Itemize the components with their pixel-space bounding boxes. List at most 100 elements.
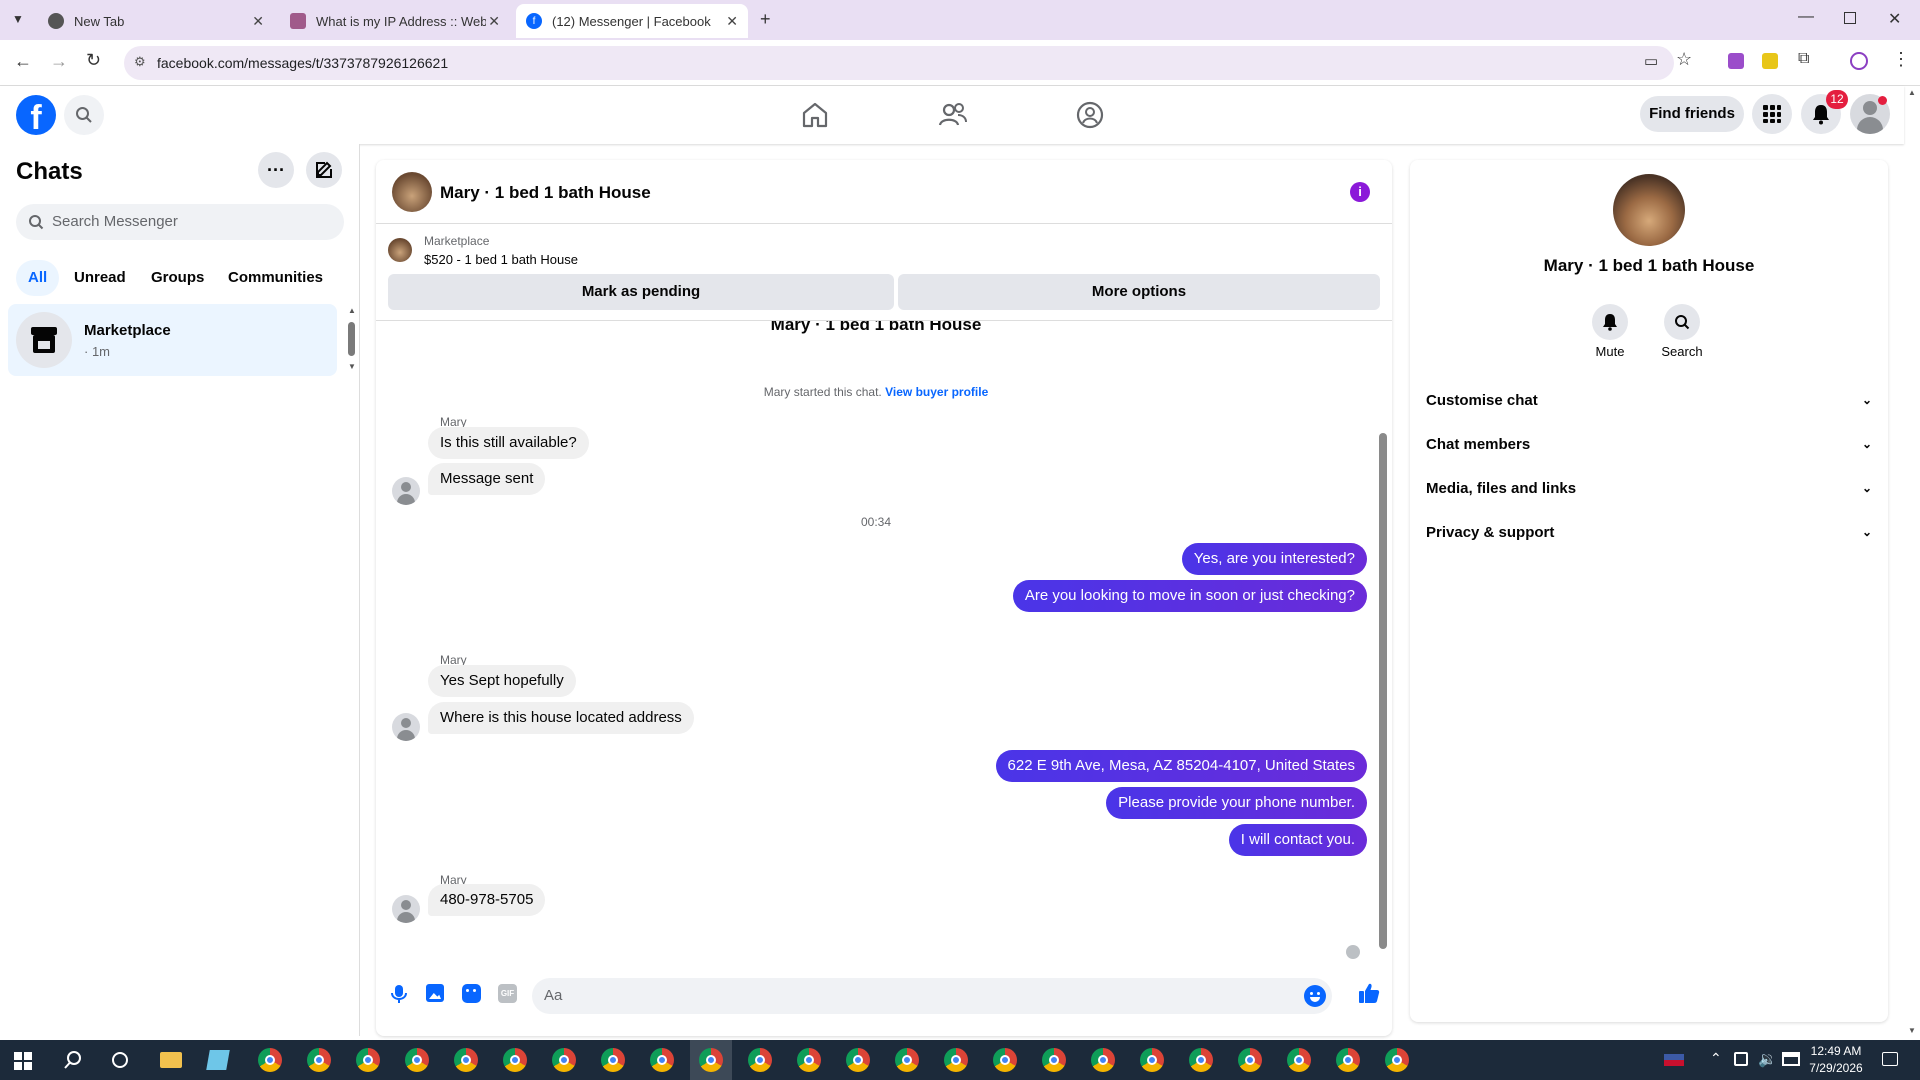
browser-tab-messenger[interactable]: f (12) Messenger | Facebook ✕	[516, 4, 748, 38]
friends-icon[interactable]	[938, 100, 968, 135]
close-icon[interactable]: ✕	[488, 13, 500, 30]
close-icon[interactable]: ✕	[726, 13, 738, 30]
outgoing-message[interactable]: Are you looking to move in soon or just …	[1012, 580, 1367, 612]
profile-photo[interactable]	[1613, 174, 1685, 246]
back-arrow-icon[interactable]: ←	[14, 51, 32, 72]
install-app-icon[interactable]: ▭	[1644, 52, 1658, 70]
home-icon[interactable]	[800, 100, 830, 135]
chrome-taskbar-icon[interactable]	[797, 1048, 821, 1072]
media-files-links-section[interactable]: Media, files and links ⌄	[1426, 470, 1872, 506]
more-options-icon[interactable]: ···	[258, 152, 294, 188]
volume-icon[interactable]: 🔉	[1758, 1050, 1777, 1068]
chrome-taskbar-icon[interactable]	[503, 1048, 527, 1072]
page-scroll-up-icon[interactable]: ▲	[1908, 88, 1916, 97]
clock-date[interactable]: 7/29/2026	[1796, 1061, 1876, 1075]
customise-chat-section[interactable]: Customise chat ⌄	[1426, 382, 1872, 418]
view-buyer-profile-link[interactable]: View buyer profile	[885, 385, 988, 399]
bookmark-star-icon[interactable]: ☆	[1676, 49, 1692, 70]
messages-scrollbar[interactable]	[1379, 433, 1387, 949]
clock-time[interactable]: 12:49 AM	[1796, 1044, 1876, 1058]
new-message-icon[interactable]	[306, 152, 342, 188]
forward-arrow-icon[interactable]: →	[50, 51, 68, 72]
file-explorer-icon[interactable]	[160, 1052, 182, 1068]
close-icon[interactable]: ✕	[252, 13, 264, 30]
microphone-icon[interactable]	[390, 984, 408, 1009]
tray-device-icon[interactable]	[1734, 1052, 1748, 1066]
chrome-taskbar-icon[interactable]	[650, 1048, 674, 1072]
chrome-taskbar-icon[interactable]	[895, 1048, 919, 1072]
filter-unread[interactable]: Unread	[74, 260, 126, 296]
menu-grid-icon[interactable]	[1752, 94, 1792, 134]
mark-as-pending-button[interactable]: Mark as pending	[388, 274, 894, 310]
extension-purple-icon[interactable]	[1728, 53, 1744, 69]
listing-thumbnail[interactable]	[388, 238, 412, 262]
sidebar-scrollbar[interactable]	[348, 322, 355, 356]
chrome-taskbar-icon[interactable]	[944, 1048, 968, 1072]
filter-groups[interactable]: Groups	[151, 260, 204, 296]
flag-icon[interactable]	[1664, 1054, 1684, 1066]
browser-menu-icon[interactable]: ⋮	[1892, 49, 1910, 70]
chrome-taskbar-icon[interactable]	[1336, 1048, 1360, 1072]
mute-bell-icon[interactable]	[1592, 304, 1628, 340]
scroll-up-arrow-icon[interactable]: ▲	[348, 306, 356, 315]
chat-members-section[interactable]: Chat members ⌄	[1426, 426, 1872, 462]
sender-avatar[interactable]	[392, 713, 420, 741]
browser-tab-ip-address[interactable]: What is my IP Address :: WebBr ✕	[280, 4, 510, 38]
chrome-taskbar-icon[interactable]	[1287, 1048, 1311, 1072]
chrome-taskbar-icon[interactable]	[1042, 1048, 1066, 1072]
profile-icon[interactable]	[1850, 52, 1868, 70]
outgoing-message[interactable]: I will contact you.	[1228, 824, 1367, 856]
incoming-message[interactable]: Yes Sept hopefully	[428, 665, 576, 697]
chat-list-item[interactable]: Marketplace · 1m	[8, 304, 337, 376]
listing-description[interactable]: $520 - 1 bed 1 bath House	[424, 252, 578, 267]
chrome-taskbar-icon[interactable]	[1189, 1048, 1213, 1072]
browser-tab-new-tab[interactable]: New Tab ✕	[38, 4, 274, 38]
chrome-taskbar-icon[interactable]	[258, 1048, 282, 1072]
search-messenger-field[interactable]: Search Messenger	[16, 204, 344, 240]
outgoing-message[interactable]: Yes, are you interested?	[1181, 543, 1367, 575]
reload-icon[interactable]: ↻	[86, 50, 101, 71]
site-info-icon[interactable]: ⚙	[134, 54, 146, 70]
chrome-taskbar-icon[interactable]	[1238, 1048, 1262, 1072]
message-input[interactable]: Aa	[532, 978, 1332, 1014]
address-bar[interactable]: ⚙ facebook.com/messages/t/33737879261266…	[124, 46, 1674, 80]
incoming-message[interactable]: Where is this house located address	[428, 702, 694, 734]
facebook-logo-icon[interactable]: f	[16, 95, 56, 135]
photo-icon[interactable]	[426, 984, 444, 1002]
chrome-taskbar-icon[interactable]	[356, 1048, 380, 1072]
chrome-taskbar-icon[interactable]	[699, 1048, 723, 1072]
like-thumb-icon[interactable]	[1358, 982, 1380, 1009]
scroll-down-arrow-icon[interactable]: ▼	[348, 362, 356, 371]
incoming-message[interactable]: Message sent	[428, 463, 546, 495]
chrome-taskbar-icon[interactable]	[1140, 1048, 1164, 1072]
incoming-message[interactable]: Is this still available?	[428, 427, 589, 459]
chrome-taskbar-icon[interactable]	[454, 1048, 478, 1072]
chrome-taskbar-icon[interactable]	[1385, 1048, 1409, 1072]
search-icon[interactable]	[64, 95, 104, 135]
taskbar-search-icon[interactable]	[62, 1049, 84, 1076]
new-tab-plus-icon[interactable]: +	[760, 9, 771, 30]
outgoing-message[interactable]: 622 E 9th Ave, Mesa, AZ 85204-4107, Unit…	[995, 750, 1367, 782]
info-icon[interactable]: i	[1350, 182, 1370, 202]
minimize-icon[interactable]: —	[1798, 8, 1814, 26]
find-friends-button[interactable]: Find friends	[1640, 96, 1744, 132]
tab-list-dropdown-icon[interactable]: ▼	[12, 12, 24, 26]
emoji-icon[interactable]	[1304, 985, 1326, 1007]
windows-start-icon[interactable]	[14, 1052, 32, 1070]
sticker-icon[interactable]	[462, 984, 481, 1003]
restore-icon[interactable]	[1844, 12, 1856, 24]
filter-all[interactable]: All	[16, 260, 60, 296]
conversation-title[interactable]: Mary · 1 bed 1 bath House	[440, 183, 651, 203]
groups-icon[interactable]	[1075, 100, 1105, 135]
chrome-taskbar-icon[interactable]	[307, 1048, 331, 1072]
gif-icon[interactable]: GIF	[498, 984, 517, 1003]
sender-avatar[interactable]	[392, 895, 420, 923]
chrome-taskbar-icon[interactable]	[405, 1048, 429, 1072]
chrome-taskbar-icon[interactable]	[993, 1048, 1017, 1072]
incoming-message[interactable]: 480-978-5705	[428, 884, 546, 916]
chrome-taskbar-icon[interactable]	[1091, 1048, 1115, 1072]
filter-communities[interactable]: Communities	[228, 260, 323, 296]
close-window-icon[interactable]: ✕	[1888, 9, 1901, 29]
taskbar-app-icon[interactable]	[206, 1050, 230, 1070]
extension-yellow-icon[interactable]	[1762, 53, 1778, 69]
